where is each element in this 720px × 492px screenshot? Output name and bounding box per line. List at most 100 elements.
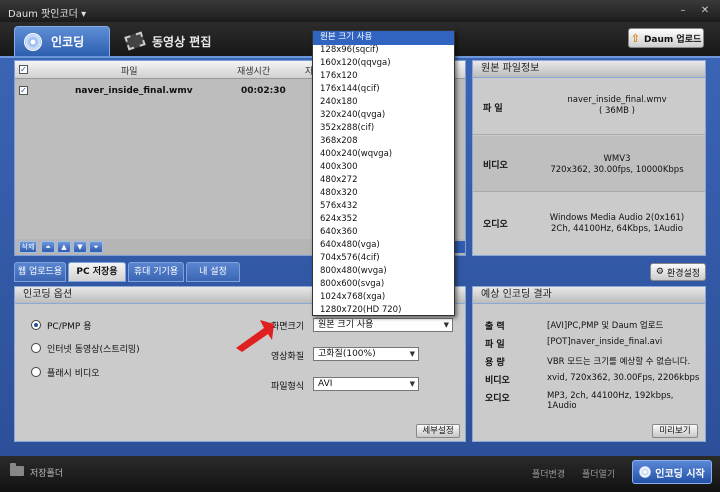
open-folder-link[interactable]: 폴더열기 [582,467,615,480]
format-select[interactable]: AVI ▼ [313,377,419,391]
title-bar: Daum 팟인코더 ▾ – ✕ [0,0,720,22]
dropdown-option[interactable]: 원본 크기 사용 [313,31,454,45]
move-up-button[interactable]: ▲ [57,241,71,253]
daum-upload-button[interactable]: ⇧ Daum 업로드 [628,28,704,48]
move-down-button[interactable]: ▼ [73,241,87,253]
estimated-result-panel: 예상 인코딩 결과 출 력 [AVI]PC,PMP 및 Daum 업로드 파 일… [472,286,706,442]
start-encoding-button[interactable]: 인코딩 시작 [632,460,712,484]
info-file-size: ( 36MB ) [598,106,636,116]
info-video-detail: 720x362, 30.00fps, 10000Kbps [550,165,684,175]
close-button[interactable]: ✕ [698,4,712,18]
tab-edit-label: 동영상 편집 [152,34,212,49]
info-audio-label: 오디오 [483,220,508,230]
dropdown-option[interactable]: 480x320 [313,187,454,201]
result-output-label: 출 력 [485,322,505,332]
screen-size-label: 화면크기 [271,322,305,332]
radio-flash-label[interactable]: 플래시 비디오 [47,366,100,379]
dropdown-option[interactable]: 800x480(wvga) [313,265,454,279]
env-settings-button[interactable]: ⚙ 환경설정 [650,263,706,281]
original-info-title: 원본 파일정보 [472,60,706,78]
dropdown-option[interactable]: 128x96(sqcif) [313,44,454,58]
dropdown-option[interactable]: 800x600(svga) [313,278,454,292]
screen-size-value: 원본 크기 사용 [318,320,374,330]
subtab-pc-save[interactable]: PC 저장용 [68,262,126,282]
dropdown-option[interactable]: 640x360 [313,226,454,240]
disc-icon [639,466,652,478]
move-top-button[interactable]: ⏶ [41,241,55,253]
result-size-value: VBR 모드는 크기를 예상할 수 없습니다. [547,357,691,367]
dropdown-option[interactable]: 320x240(qvga) [313,109,454,123]
radio-flash[interactable] [31,367,41,377]
screen-size-dropdown-list[interactable]: 원본 크기 사용 128x96(sqcif) 160x120(qqvga) 176x1… [312,30,455,316]
result-file-value: [POT]naver_inside_final.avi [547,337,663,347]
dropdown-option[interactable]: 1280x720(HD 720) [313,304,454,318]
info-row-file: 파 일 naver_inside_final.wmv ( 36MB ) [473,79,705,135]
info-audio-codec: Windows Media Audio 2(0x161) [549,213,685,223]
dropdown-option[interactable]: 176x120 [313,70,454,84]
format-label: 파일형식 [271,382,305,392]
move-bottom-button[interactable]: ⏷ [89,241,103,253]
minimize-button[interactable]: – [676,4,690,18]
dropdown-option[interactable]: 352x288(cif) [313,122,454,136]
result-audio-label: 오디오 [485,394,510,404]
footer-bar: 저장폴더 폴더변경 폴더열기 인코딩 시작 [0,456,720,492]
dropdown-option[interactable]: 240x180 [313,96,454,110]
row-checkbox[interactable]: ✓ [19,86,28,95]
delete-button[interactable]: 삭제 [19,241,37,253]
dropdown-option[interactable]: 576x432 [313,200,454,214]
dropdown-option[interactable]: 1024x768(xga) [313,291,454,305]
add-file-button[interactable] [455,241,465,253]
change-folder-link[interactable]: 폴더변경 [532,467,565,480]
screen-size-select[interactable]: 원본 크기 사용 ▼ [313,318,453,332]
result-file-label: 파 일 [485,340,505,350]
preview-button[interactable]: 미리보기 [652,424,698,438]
red-arrow-icon [236,320,274,352]
quality-select[interactable]: 고화질(100%) ▼ [313,347,419,361]
chevron-down-icon: ▼ [443,321,449,329]
file-duration-cell[interactable]: 00:02:30 [241,86,286,96]
result-audio-value: MP3, 2ch, 44100Hz, 192kbps, 1Audio [547,391,674,411]
column-file[interactable]: 파일 [121,64,138,77]
format-value: AVI [318,379,333,389]
subtab-web-upload[interactable]: 웹 업로드용 [14,262,66,282]
info-video-label: 비디오 [483,161,508,171]
tab-encoding[interactable]: 인코딩 [14,26,110,56]
original-file-info-panel: 원본 파일정보 파 일 naver_inside_final.wmv ( 36M… [472,60,706,256]
dropdown-option[interactable]: 704x576(4cif) [313,252,454,266]
upload-arrow-icon: ⇧ [630,31,640,45]
dropdown-option[interactable]: 640x480(vga) [313,239,454,253]
save-folder-label[interactable]: 저장폴더 [30,466,63,479]
dropdown-option[interactable]: 368x208 [313,135,454,149]
dropdown-option[interactable]: 176x144(qcif) [313,83,454,97]
env-settings-label: 환경설정 [666,268,701,279]
tab-encoding-label: 인코딩 [51,35,85,49]
quality-value: 고화질(100%) [318,349,376,359]
info-video-codec: WMV3 [603,154,631,164]
radio-streaming-label[interactable]: 인터넷 동영상(스트리밍) [47,342,140,355]
subtab-mobile[interactable]: 휴대 기기용 [128,262,184,282]
radio-streaming[interactable] [31,343,41,353]
radio-pc-pmp[interactable] [31,320,41,330]
radio-pc-pmp-label[interactable]: PC/PMP 용 [47,319,92,332]
gear-icon: ⚙ [655,267,664,277]
window-title[interactable]: Daum 팟인코더 ▾ [8,5,86,20]
result-output-value: [AVI]PC,PMP 및 Daum 업로드 [547,321,664,331]
tab-video-edit[interactable]: 동영상 편집 [116,26,226,56]
detail-settings-button[interactable]: 세부설정 [416,424,460,438]
result-video-value: xvid, 720x362, 30.00Fps, 2206kbps [547,373,700,383]
info-row-video: 비디오 WMV3 720x362, 30.00fps, 10000Kbps [473,136,705,192]
select-all-checkbox[interactable]: ✓ [19,65,28,74]
dropdown-option[interactable]: 400x300 [313,161,454,175]
subtab-my-settings[interactable]: 내 설정 [186,262,240,282]
column-duration[interactable]: 재생시간 [237,64,270,77]
dropdown-option[interactable]: 624x352 [313,213,454,227]
result-size-label: 용 량 [485,358,505,368]
dropdown-option[interactable]: 160x120(qqvga) [313,57,454,71]
dropdown-option[interactable]: 400x240(wqvga) [313,148,454,162]
result-title: 예상 인코딩 결과 [472,286,706,304]
file-name-cell[interactable]: naver_inside_final.wmv [75,86,193,96]
dropdown-option[interactable]: 480x272 [313,174,454,188]
info-file-label: 파 일 [483,104,503,114]
chevron-down-icon: ▼ [409,350,415,358]
info-audio-detail: 2Ch, 44100Hz, 64Kbps, 1Audio [550,224,683,234]
